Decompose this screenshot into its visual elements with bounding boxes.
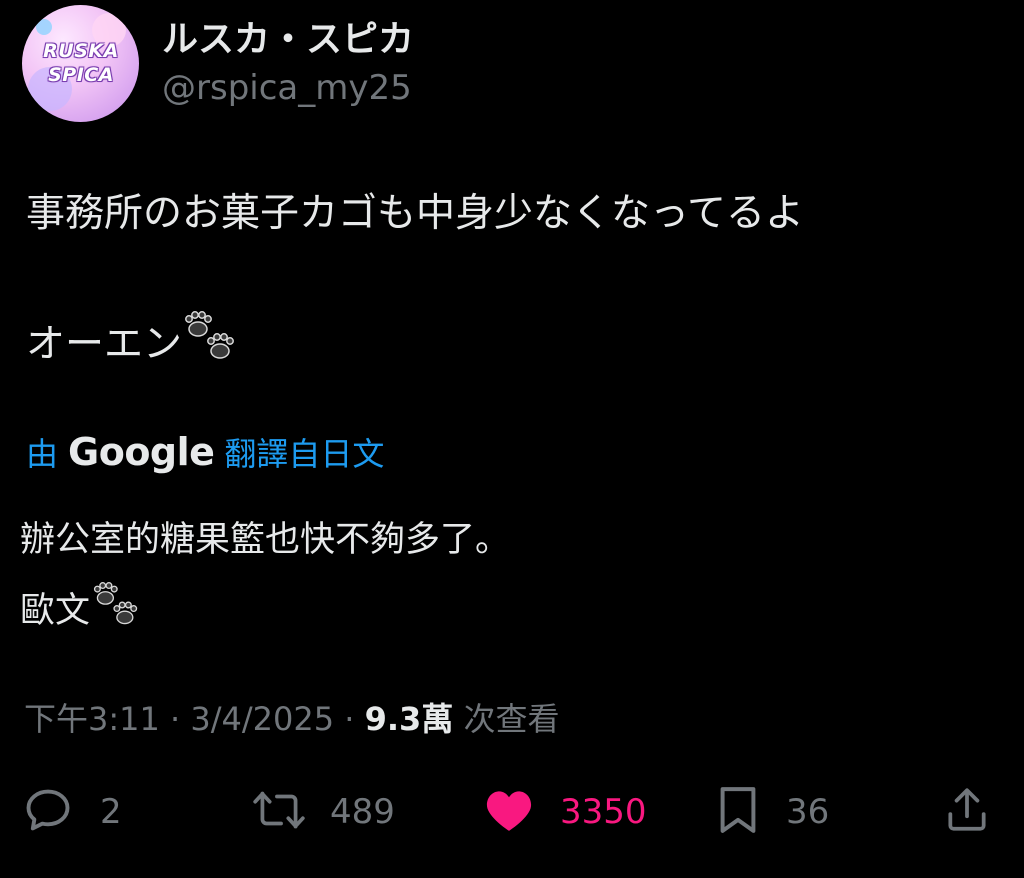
reply-count: 2 — [100, 792, 122, 832]
tweet-meta: 下午3:11 · 3/4/2025 · 9.3萬 次查看 — [24, 697, 560, 741]
retweet-count: 489 — [330, 792, 395, 832]
translation-attribution: 由 Google 翻譯自日文 — [26, 430, 384, 476]
like-button[interactable]: 3350 — [484, 780, 647, 844]
tweet-date[interactable]: 3/4/2025 — [190, 700, 334, 738]
share-button[interactable] — [942, 780, 992, 844]
tweet-text-line: 事務所のお菓子カゴも中身少なくなってるよ — [26, 191, 805, 236]
views-label: 次查看 — [453, 700, 560, 738]
bookmark-count: 36 — [786, 792, 830, 832]
bookmark-button[interactable]: 36 — [716, 780, 829, 844]
translated-text-line: 辦公室的糖果籃也快不夠多了。 — [20, 520, 511, 560]
meta-separator: · — [334, 700, 365, 738]
translated-from-link[interactable]: 翻譯自日文 — [224, 432, 384, 476]
retweet-icon — [250, 784, 308, 840]
retweet-button[interactable]: 489 — [250, 780, 395, 844]
avatar[interactable]: RUSKA SPICA — [22, 5, 139, 122]
tweet-text: オーエン — [26, 322, 183, 367]
share-icon — [942, 785, 992, 839]
translated-text-line: 歐文 — [20, 582, 142, 639]
paw-prints-icon — [182, 311, 238, 375]
like-count: 3350 — [560, 792, 647, 832]
tweet-time[interactable]: 下午3:11 — [24, 700, 160, 738]
author-display-name[interactable]: ルスカ・スピカ — [162, 18, 414, 62]
translation-prefix: 由 — [26, 435, 59, 473]
avatar-logo-line: RUSKA — [43, 40, 119, 62]
reply-icon — [22, 784, 74, 840]
author-handle[interactable]: @rspica_my25 — [162, 67, 412, 109]
avatar-decoration — [36, 19, 52, 35]
avatar-logo-line: SPICA — [48, 64, 114, 86]
reply-button[interactable]: 2 — [22, 780, 122, 844]
avatar-logo: RUSKA SPICA — [30, 39, 132, 87]
tweet-text-line: オーエン — [26, 311, 238, 375]
google-logo: Google — [68, 430, 215, 474]
bookmark-icon — [716, 783, 760, 841]
translated-text: 歐文 — [20, 591, 91, 631]
paw-prints-icon — [90, 582, 142, 639]
heart-icon — [484, 786, 534, 838]
action-bar: 2 489 3350 36 — [0, 780, 1024, 844]
meta-separator: · — [159, 700, 191, 738]
tweet-detail: RUSKA SPICA ルスカ・スピカ @rspica_my25 事務所のお菓子… — [0, 0, 1024, 878]
views-count: 9.3萬 — [364, 700, 454, 738]
